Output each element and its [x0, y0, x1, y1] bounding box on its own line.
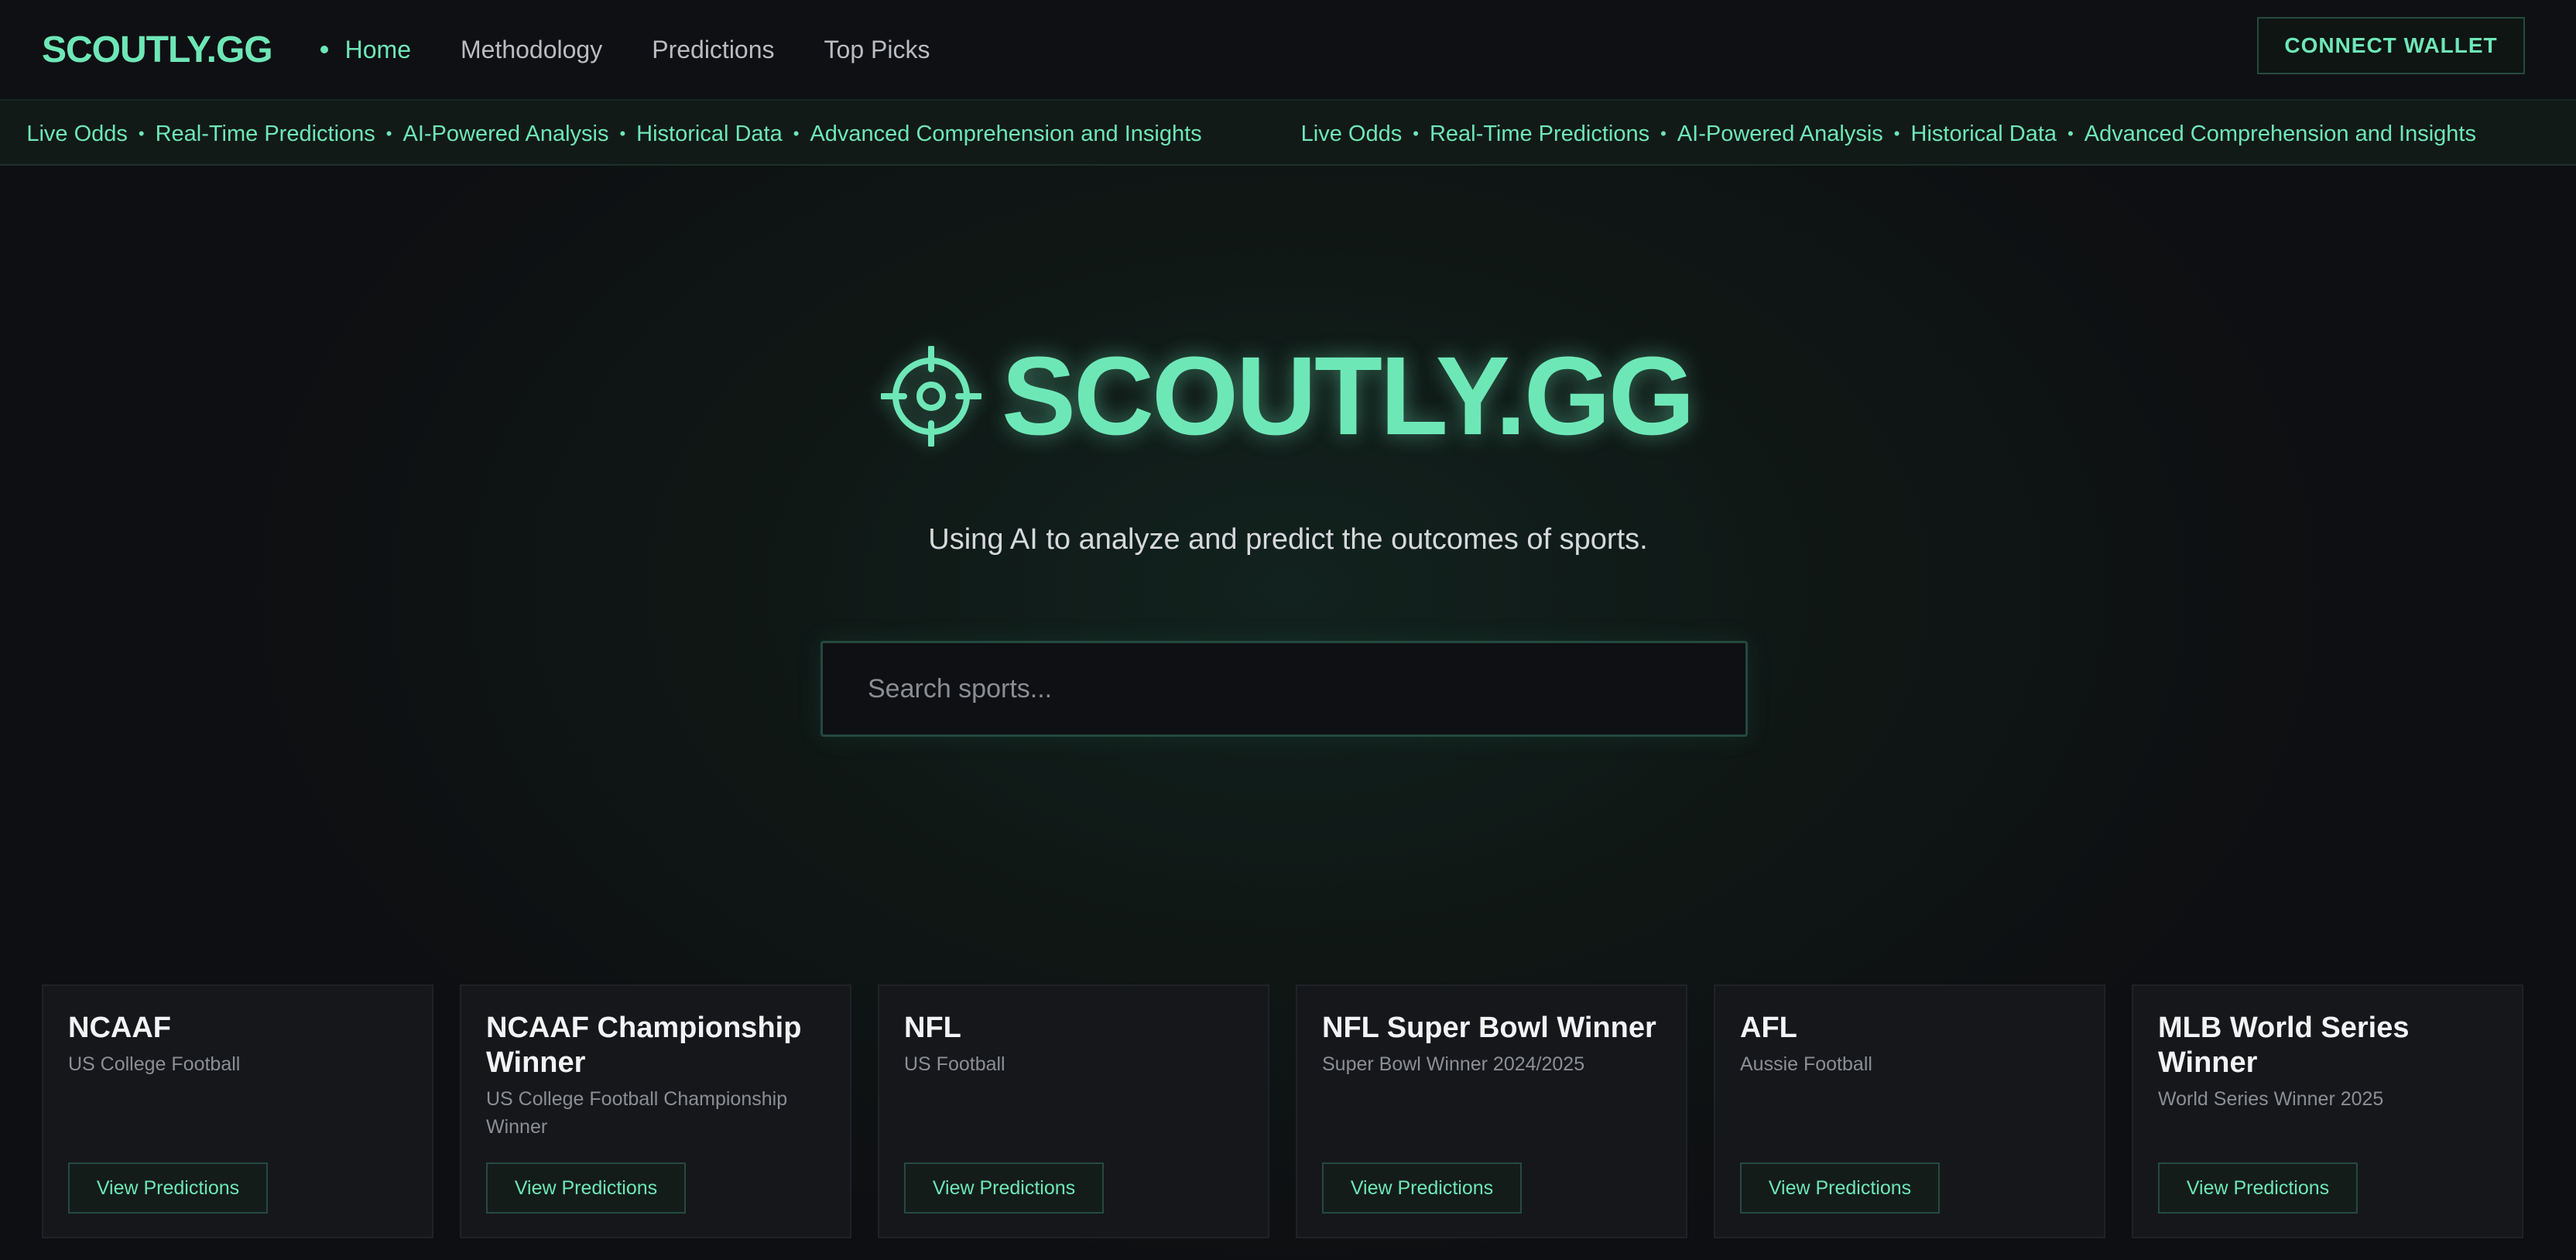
- card-subtitle: US Football: [904, 1053, 1005, 1075]
- ticker-item: Historical Data: [1910, 121, 2057, 146]
- search-input[interactable]: [868, 673, 1745, 704]
- card-title: NCAAF Championship Winner: [486, 1012, 802, 1079]
- card-subtitle: US College Football Championship Winner: [486, 1088, 788, 1138]
- view-predictions-button[interactable]: View Predictions: [1322, 1162, 1522, 1214]
- ticker-group: Live Odds • Real-Time Predictions • AI-Power…: [26, 122, 1201, 147]
- ticker-item: AI-Powered Analysis: [1677, 121, 1883, 146]
- hero-tagline: Using AI to analyze and predict the outc…: [928, 523, 1648, 556]
- card-title: NFL: [904, 1012, 961, 1044]
- ticker-item: Advanced Comprehension and Insights: [810, 121, 1202, 146]
- view-predictions-button[interactable]: View Predictions: [1740, 1162, 1940, 1214]
- hero-title: SCOUTLY.GG: [881, 334, 1695, 458]
- card-subtitle: US College Football: [68, 1053, 241, 1075]
- ticker-item: Historical Data: [636, 121, 783, 146]
- nav-link-top-picks[interactable]: Top Picks: [824, 36, 930, 64]
- card-title: MLB World Series Winner: [2158, 1012, 2410, 1079]
- connect-wallet-button[interactable]: CONNECT WALLET: [2257, 17, 2525, 74]
- card-subtitle: Super Bowl Winner 2024/2025: [1322, 1053, 1585, 1075]
- feature-ticker: Live Odds • Real-Time Predictions • AI-Power…: [0, 99, 2576, 166]
- nav-link-methodology[interactable]: Methodology: [461, 36, 602, 64]
- ticker-item: Real-Time Predictions: [1429, 121, 1650, 146]
- ticker-track: Live Odds • Real-Time Predictions • AI-Power…: [0, 101, 2576, 164]
- crosshair-target-icon: [881, 346, 981, 447]
- ticker-separator: •: [619, 124, 626, 143]
- sport-card-nfl[interactable]: NFL US Football View Predictions: [878, 984, 1269, 1238]
- nav-link-home[interactable]: Home: [320, 36, 411, 64]
- active-dot-icon: [320, 46, 328, 53]
- ticker-separator: •: [793, 124, 800, 143]
- ticker-item: Live Odds: [1300, 121, 1403, 146]
- sport-card-nfl-super-bowl[interactable]: NFL Super Bowl Winner Super Bowl Winner …: [1296, 984, 1687, 1238]
- view-predictions-button[interactable]: View Predictions: [486, 1162, 686, 1214]
- sport-card-ncaaf-championship[interactable]: NCAAF Championship Winner US College Foo…: [460, 984, 851, 1238]
- nav-links: Home Methodology Predictions Top Picks: [320, 36, 980, 64]
- view-predictions-button[interactable]: View Predictions: [904, 1162, 1104, 1214]
- ticker-separator: •: [1660, 124, 1667, 143]
- ticker-item: Real-Time Predictions: [155, 121, 375, 146]
- ticker-item: Live Odds: [26, 121, 128, 146]
- sport-card-ncaaf[interactable]: NCAAF US College Football View Predictio…: [42, 984, 433, 1238]
- card-title: AFL: [1740, 1012, 1797, 1044]
- sport-card-mlb-world-series[interactable]: MLB World Series Winner World Series Win…: [2132, 984, 2523, 1238]
- ticker-separator: •: [1893, 124, 1900, 143]
- ticker-item: Advanced Comprehension and Insights: [2084, 121, 2476, 146]
- page: SCOUTLY.GG Home Methodology Predictions …: [0, 0, 2576, 1260]
- card-subtitle: World Series Winner 2025: [2158, 1088, 2384, 1110]
- view-predictions-button[interactable]: View Predictions: [2158, 1162, 2358, 1214]
- ticker-item: AI-Powered Analysis: [402, 121, 609, 146]
- ticker-separator: •: [385, 124, 392, 143]
- ticker-separator: •: [138, 124, 145, 143]
- view-predictions-button[interactable]: View Predictions: [68, 1162, 268, 1214]
- ticker-group: Live Odds • Real-Time Predictions • AI-Power…: [1301, 122, 2476, 147]
- card-subtitle: Aussie Football: [1740, 1053, 1872, 1075]
- nav-link-predictions[interactable]: Predictions: [652, 36, 774, 64]
- hero-brand-text: SCOUTLY.GG: [1002, 334, 1695, 458]
- sport-card-afl[interactable]: AFL Aussie Football View Predictions: [1714, 984, 2105, 1238]
- nav-link-label: Home: [344, 35, 411, 63]
- brand-logo[interactable]: SCOUTLY.GG: [42, 29, 273, 71]
- top-nav: SCOUTLY.GG Home Methodology Predictions …: [0, 0, 2576, 99]
- sport-cards: NCAAF US College Football View Predictio…: [42, 984, 2523, 1238]
- ticker-separator: •: [1413, 124, 1419, 143]
- ticker-separator: •: [2067, 124, 2074, 143]
- card-title: NCAAF: [68, 1012, 171, 1044]
- search-box: [820, 641, 1748, 737]
- card-title: NFL Super Bowl Winner: [1322, 1012, 1656, 1044]
